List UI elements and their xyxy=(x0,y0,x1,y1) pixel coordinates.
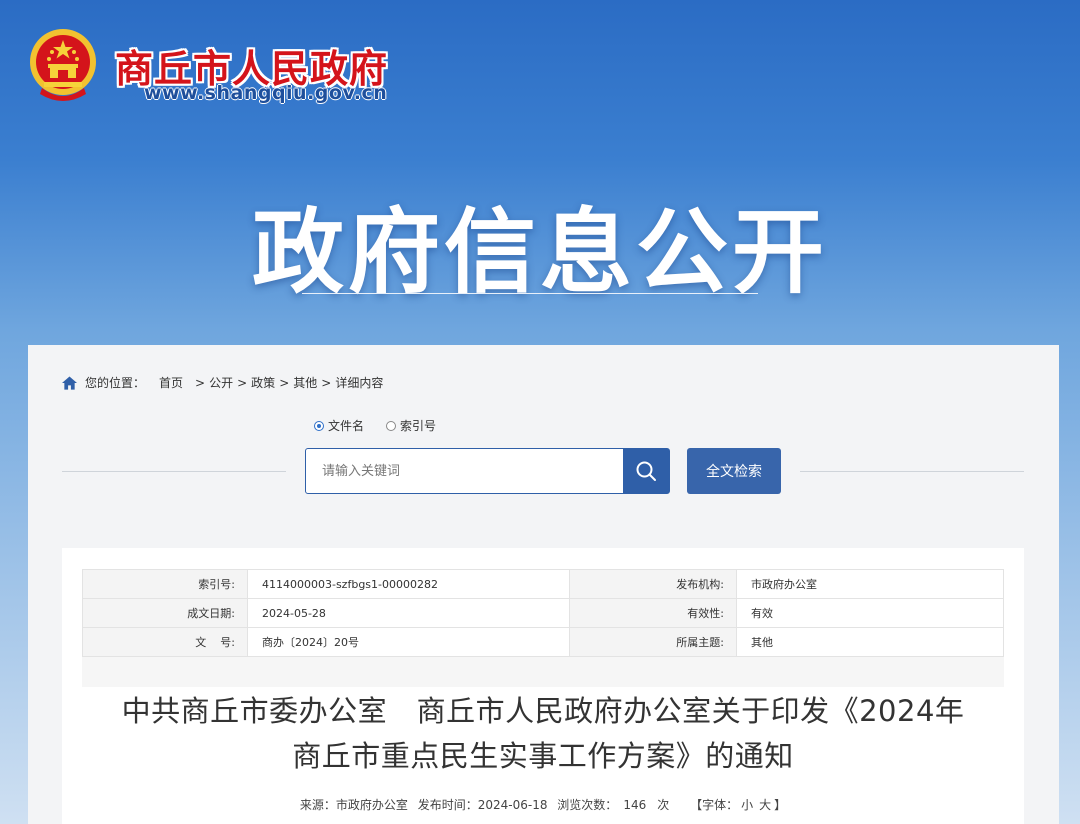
search-input[interactable] xyxy=(306,449,623,493)
document-info-bar: 来源：市政府办公室 发布时间：2024-06-18 浏览次数： 146 次 【字体：… xyxy=(62,796,1024,813)
breadcrumb-separator: > xyxy=(237,375,248,390)
font-small-button[interactable]: 小 xyxy=(741,798,753,812)
document-views-label: 浏览次数： xyxy=(557,798,618,812)
meta-label-created: 成文日期: xyxy=(82,598,248,628)
document-metadata-table: 索引号: 4114000003-szfbgs1-00000282 发布机构: 市… xyxy=(82,569,1004,657)
document-title-line-2: 商丘市重点民生实事工作方案》的通知 xyxy=(292,739,794,773)
breadcrumb-item-other[interactable]: 其他 xyxy=(293,374,317,391)
meta-value-created: 2024-05-28 xyxy=(247,598,570,628)
search-box xyxy=(305,448,670,494)
font-size-label: 【字体： xyxy=(690,798,739,812)
metadata-spacer xyxy=(82,657,1004,687)
home-icon xyxy=(62,375,77,390)
radio-filename[interactable]: 文件名 xyxy=(314,417,364,434)
meta-label-publisher: 发布机构: xyxy=(569,569,737,599)
radio-index-no[interactable]: 索引号 xyxy=(386,417,436,434)
table-row: 索引号: 4114000003-szfbgs1-00000282 发布机构: 市… xyxy=(82,569,1004,599)
breadcrumb-item-home[interactable]: 首页 xyxy=(159,374,183,391)
meta-value-docno: 商办〔2024〕20号 xyxy=(247,627,570,657)
breadcrumb-separator: > xyxy=(279,375,290,390)
document-views-count: 146 xyxy=(623,798,647,812)
font-large-button[interactable]: 大 xyxy=(759,798,771,812)
breadcrumb-separator: > xyxy=(321,375,332,390)
radio-button[interactable] xyxy=(386,420,397,431)
document-source: 来源：市政府办公室 xyxy=(299,798,408,812)
meta-value-index-no: 4114000003-szfbgs1-00000282 xyxy=(247,569,570,599)
document-publish-time: 发布时间：2024-06-18 xyxy=(417,798,548,812)
breadcrumb-item-detail: 详细内容 xyxy=(335,376,384,390)
document-card: 索引号: 4114000003-szfbgs1-00000282 发布机构: 市… xyxy=(62,548,1024,824)
national-emblem-icon xyxy=(30,29,96,101)
document-title-line-1: 中共商丘市委办公室 商丘市人民政府办公室关于印发《2024年 xyxy=(121,694,965,728)
fulltext-search-button[interactable]: 全文检索 xyxy=(687,448,781,494)
site-url[interactable]: www.shangqiu.gov.cn xyxy=(144,82,387,104)
search-icon xyxy=(636,461,656,481)
radio-label-filename: 文件名 xyxy=(328,419,365,433)
meta-label-docno: 文 号: xyxy=(82,627,248,657)
breadcrumb: 您的位置： 首页 > 公开 > 政策 > 其他 > 详细内容 xyxy=(62,374,383,391)
banner-title: 政府信息公开 xyxy=(251,199,828,306)
meta-value-validity: 有效 xyxy=(736,598,1004,628)
content-panel: 您的位置： 首页 > 公开 > 政策 > 其他 > 详细内容 文件名 索引号 全… xyxy=(28,345,1059,824)
meta-value-topic: 其他 xyxy=(736,627,1004,657)
radio-button-checked[interactable] xyxy=(314,420,324,431)
divider-left xyxy=(62,471,286,472)
meta-value-publisher: 市政府办公室 xyxy=(736,569,1004,599)
meta-label-index-no: 索引号: xyxy=(82,569,248,599)
banner-divider xyxy=(302,293,758,294)
meta-label-validity: 有效性: xyxy=(569,598,737,628)
breadcrumb-item-open[interactable]: 公开 xyxy=(209,374,233,391)
breadcrumb-item-policy[interactable]: 政策 xyxy=(251,374,275,391)
table-row: 成文日期: 2024-05-28 有效性: 有效 xyxy=(82,598,1004,628)
table-row: 文 号: 商办〔2024〕20号 所属主题: 其他 xyxy=(82,627,1004,657)
font-size-close: 】 xyxy=(774,798,787,812)
divider-right xyxy=(800,471,1024,472)
search-type-options: 文件名 索引号 xyxy=(314,417,458,434)
breadcrumb-separator: > xyxy=(195,375,206,390)
radio-label-index-no: 索引号 xyxy=(400,419,437,433)
document-title: 中共商丘市委办公室 商丘市人民政府办公室关于印发《2024年 商丘市重点民生实事… xyxy=(92,689,994,779)
document-views-unit: 次 xyxy=(657,798,670,812)
search-button[interactable] xyxy=(623,449,669,493)
site-header: 商丘市人民政府 www.shangqiu.gov.cn 政府信息公开 xyxy=(0,0,1080,345)
breadcrumb-prefix: 您的位置： xyxy=(85,376,146,390)
meta-label-topic: 所属主题: xyxy=(569,627,737,657)
